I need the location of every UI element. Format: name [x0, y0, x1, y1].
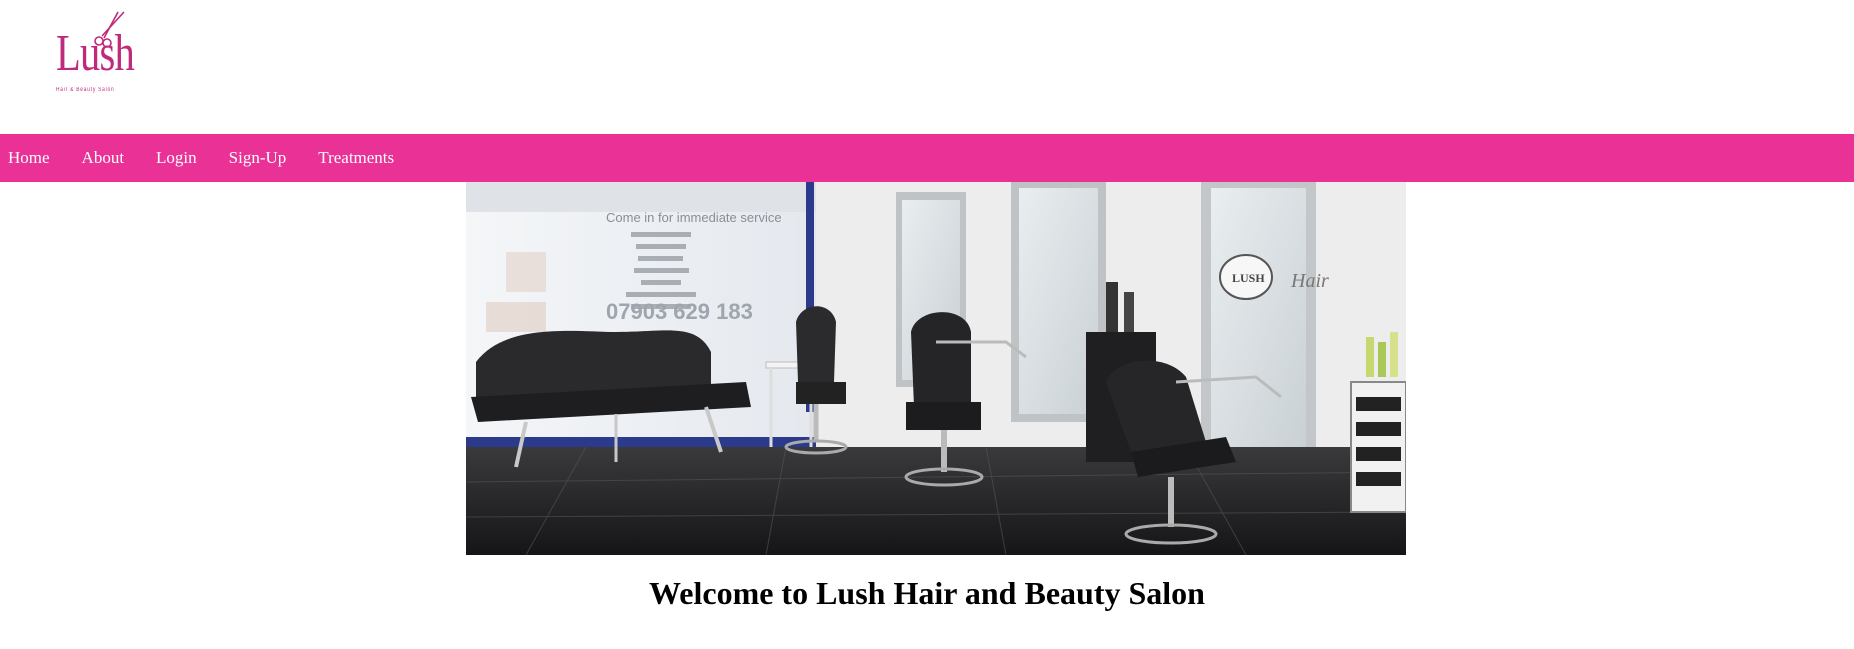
- mirror-logo: LUSH: [1232, 271, 1265, 285]
- floor: [466, 447, 1406, 555]
- nav-home-link[interactable]: Home: [0, 148, 66, 168]
- logo-wordmark: Lush: [56, 25, 135, 82]
- nav-about-link[interactable]: About: [74, 148, 141, 168]
- main-navigation: Home About Login Sign-Up Treatments: [0, 134, 1854, 182]
- nav-login-link[interactable]: Login: [148, 148, 213, 168]
- salon-interior-illustration: Come in for immediate service 07903 629 …: [466, 182, 1406, 555]
- window-phone: 07903 629 183: [606, 299, 753, 324]
- salon-hero-image: Come in for immediate service 07903 629 …: [466, 182, 1406, 555]
- mirror-script: Hair: [1290, 270, 1329, 292]
- logo-tagline: Hair & Beauty Salon: [56, 87, 115, 93]
- welcome-heading: Welcome to Lush Hair and Beauty Salon: [649, 575, 1205, 611]
- nav-treatments-link[interactable]: Treatments: [310, 148, 410, 168]
- window-text: Come in for immediate service: [606, 210, 782, 225]
- nav-signup-link[interactable]: Sign-Up: [221, 148, 303, 168]
- site-header: Lush Hair & Beauty Salon: [0, 0, 1854, 134]
- site-logo[interactable]: Lush Hair & Beauty Salon: [54, 10, 135, 100]
